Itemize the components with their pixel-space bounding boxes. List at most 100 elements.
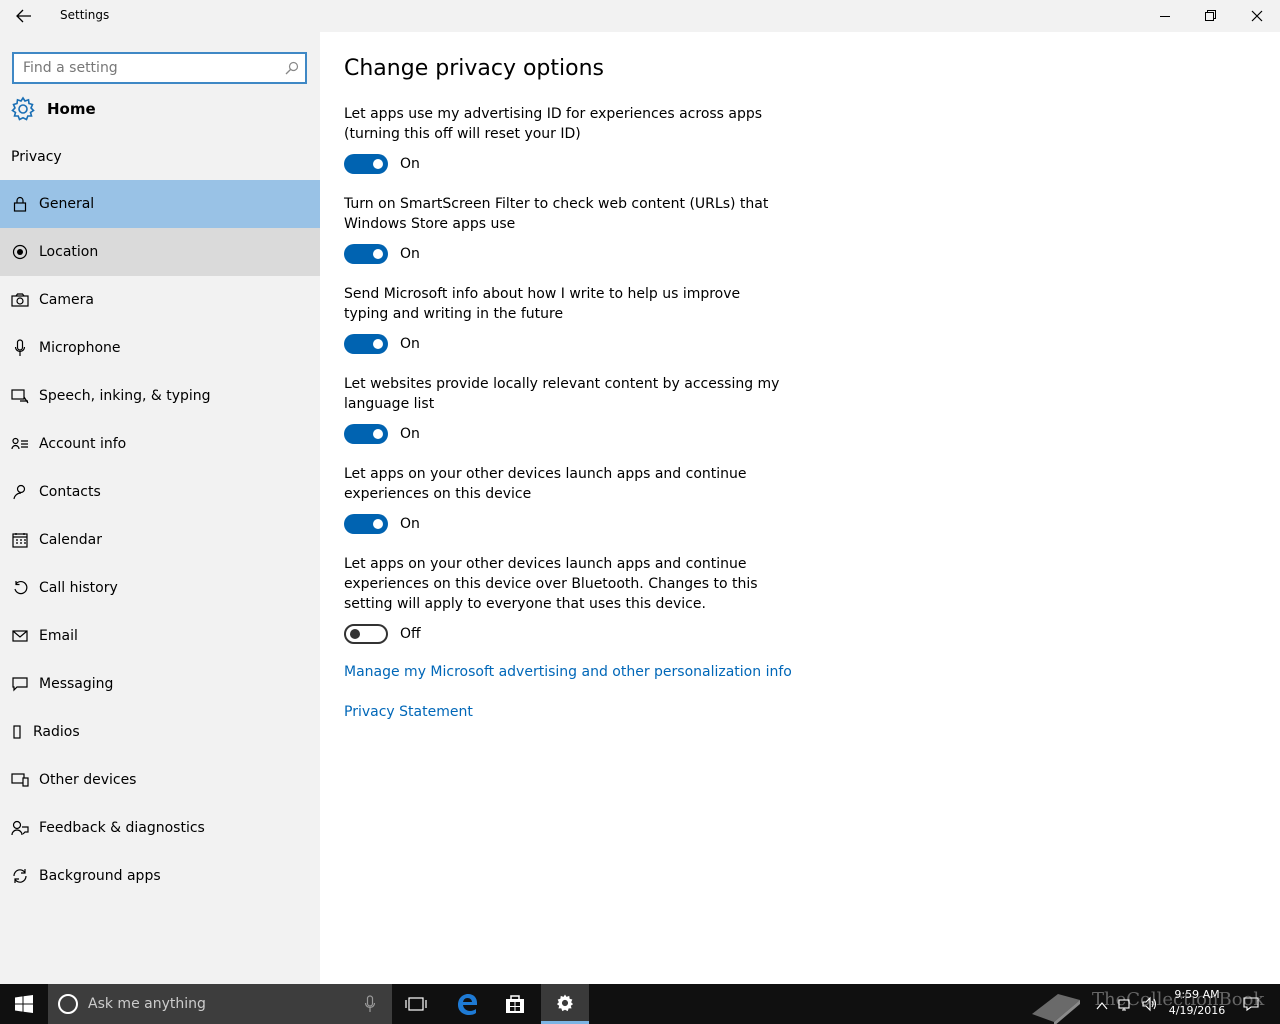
task-view-icon: [405, 997, 427, 1011]
task-view-button[interactable]: [392, 984, 440, 1024]
sidebar-item-label: Calendar: [39, 532, 102, 548]
restore-icon: [1205, 10, 1216, 21]
sidebar-item-label: Radios: [33, 724, 80, 740]
radios-icon: [11, 723, 23, 741]
bluetooth-devices-toggle[interactable]: [344, 624, 388, 644]
taskbar: Ask me anything TheCollectionBook 9:59 A…: [0, 984, 1280, 1024]
start-button[interactable]: [0, 984, 48, 1024]
sidebar: Home Privacy General Location Camera Mic…: [0, 32, 320, 984]
sidebar-item-speech[interactable]: Speech, inking, & typing: [0, 372, 320, 420]
sidebar-item-email[interactable]: Email: [0, 612, 320, 660]
toggle-knob: [373, 429, 383, 439]
speech-icon: [11, 387, 29, 405]
sidebar-item-label: General: [39, 196, 95, 212]
back-arrow-icon: [16, 9, 31, 23]
lock-icon: [11, 195, 29, 213]
minimize-button[interactable]: [1142, 0, 1188, 32]
other-devices-icon: [11, 771, 29, 789]
setting-other-devices: Let apps on your other devices launch ap…: [344, 464, 784, 534]
setting-bluetooth-devices: Let apps on your other devices launch ap…: [344, 554, 784, 644]
edge-icon: [458, 994, 477, 1015]
clock[interactable]: 9:59 AM 4/19/2016: [1168, 987, 1226, 1019]
close-button[interactable]: [1234, 0, 1280, 32]
search-input[interactable]: [14, 54, 274, 82]
setting-typing-info: Send Microsoft info about how I write to…: [344, 284, 784, 354]
location-icon: [11, 243, 29, 261]
sidebar-item-general[interactable]: General: [0, 180, 320, 228]
sidebar-item-contacts[interactable]: Contacts: [0, 468, 320, 516]
typing-info-toggle[interactable]: [344, 334, 388, 354]
smartscreen-toggle[interactable]: [344, 244, 388, 264]
sidebar-item-microphone[interactable]: Microphone: [0, 324, 320, 372]
manage-advertising-link[interactable]: Manage my Microsoft advertising and othe…: [344, 664, 792, 680]
sidebar-item-label: Email: [39, 628, 78, 644]
home-label: Home: [47, 100, 96, 118]
network-icon[interactable]: [1118, 996, 1134, 1016]
home-link[interactable]: Home: [10, 94, 96, 124]
gear-icon: [556, 994, 574, 1011]
sidebar-item-radios[interactable]: Radios: [0, 708, 320, 756]
cortana-search-box[interactable]: Ask me anything: [48, 984, 392, 1024]
privacy-statement-link[interactable]: Privacy Statement: [344, 704, 473, 720]
gear-icon: [11, 96, 35, 121]
language-list-toggle[interactable]: [344, 424, 388, 444]
email-icon: [11, 627, 29, 645]
advertising-id-toggle[interactable]: [344, 154, 388, 174]
sidebar-item-label: Feedback & diagnostics: [39, 820, 205, 836]
other-devices-toggle[interactable]: [344, 514, 388, 534]
contacts-icon: [11, 483, 29, 501]
sidebar-item-account-info[interactable]: Account info: [0, 420, 320, 468]
window-title: Settings: [60, 8, 110, 22]
cortana-placeholder: Ask me anything: [88, 996, 206, 1012]
toggle-knob: [373, 519, 383, 529]
back-button[interactable]: [0, 0, 48, 32]
close-icon: [1251, 10, 1263, 22]
sidebar-item-label: Background apps: [39, 868, 161, 884]
toggle-state: On: [400, 156, 420, 172]
sidebar-item-feedback[interactable]: Feedback & diagnostics: [0, 804, 320, 852]
toggle-state: Off: [400, 626, 421, 642]
sidebar-item-messaging[interactable]: Messaging: [0, 660, 320, 708]
setting-description: Turn on SmartScreen Filter to check web …: [344, 196, 769, 232]
microphone-icon[interactable]: [364, 995, 376, 1017]
toggle-knob: [373, 339, 383, 349]
toggle-knob: [373, 249, 383, 259]
toggle-state: On: [400, 516, 420, 532]
sidebar-item-background-apps[interactable]: Background apps: [0, 852, 320, 900]
camera-icon: [11, 291, 29, 309]
settings-taskbar-button[interactable]: [541, 984, 589, 1024]
privacy-nav: General Location Camera Microphone Speec…: [0, 180, 320, 900]
call-history-icon: [11, 579, 29, 597]
sidebar-item-label: Other devices: [39, 772, 137, 788]
restore-button[interactable]: [1188, 0, 1234, 32]
sidebar-item-label: Speech, inking, & typing: [39, 388, 211, 404]
action-center-icon[interactable]: [1243, 996, 1259, 1016]
show-hidden-icons-icon[interactable]: [1096, 996, 1108, 1015]
setting-description: Let apps use my advertising ID for exper…: [344, 106, 763, 142]
volume-icon[interactable]: [1142, 996, 1158, 1016]
microphone-icon: [11, 339, 29, 357]
setting-description: Let websites provide locally relevant co…: [344, 376, 780, 412]
search-box[interactable]: [12, 52, 307, 84]
toggle-state: On: [400, 426, 420, 442]
setting-smartscreen: Turn on SmartScreen Filter to check web …: [344, 194, 784, 264]
sidebar-item-label: Messaging: [39, 676, 114, 692]
page-title: Change privacy options: [344, 56, 604, 81]
store-button[interactable]: [491, 984, 539, 1024]
search-icon[interactable]: [285, 60, 299, 79]
edge-button[interactable]: [443, 984, 491, 1024]
sidebar-item-camera[interactable]: Camera: [0, 276, 320, 324]
toggle-knob: [350, 629, 360, 639]
setting-description: Let apps on your other devices launch ap…: [344, 466, 747, 502]
sidebar-item-label: Location: [39, 244, 99, 260]
sidebar-item-other-devices[interactable]: Other devices: [0, 756, 320, 804]
sidebar-item-call-history[interactable]: Call history: [0, 564, 320, 612]
toggle-state: On: [400, 246, 420, 262]
setting-language-list: Let websites provide locally relevant co…: [344, 374, 784, 444]
clock-time: 9:59 AM: [1174, 988, 1220, 1001]
sidebar-item-calendar[interactable]: Calendar: [0, 516, 320, 564]
title-bar: Settings: [0, 0, 1280, 32]
sidebar-item-location[interactable]: Location: [0, 228, 320, 276]
feedback-icon: [11, 819, 29, 837]
setting-advertising-id: Let apps use my advertising ID for exper…: [344, 104, 784, 174]
